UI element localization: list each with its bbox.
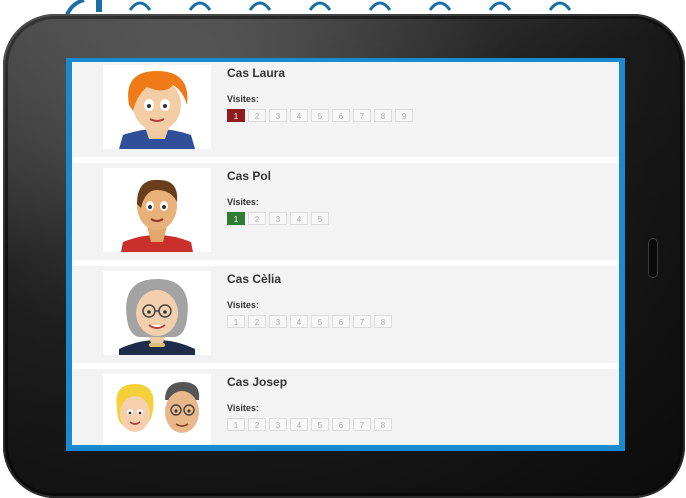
- visit-button[interactable]: 6: [332, 418, 350, 431]
- visit-button[interactable]: 4: [290, 109, 308, 122]
- visit-selector: 1 2 3 4 5 6 7 8: [227, 315, 395, 328]
- visit-button[interactable]: 3: [269, 418, 287, 431]
- visit-button[interactable]: 6: [332, 109, 350, 122]
- visit-button[interactable]: 5: [311, 315, 329, 328]
- visit-selector: 1 2 3 4 5 6 7 8 9: [227, 109, 416, 122]
- case-title: Cas Laura: [227, 66, 286, 80]
- visit-button[interactable]: 2: [248, 315, 266, 328]
- cartoon-young-man-avatar-icon: [103, 168, 211, 252]
- visit-button[interactable]: 3: [269, 212, 287, 225]
- visit-button[interactable]: 8: [374, 315, 392, 328]
- visit-button[interactable]: 5: [311, 212, 329, 225]
- visit-button[interactable]: 5: [311, 109, 329, 122]
- visit-button[interactable]: 7: [353, 315, 371, 328]
- tablet-home-button: [648, 238, 658, 278]
- case-title: Cas Pol: [227, 169, 272, 183]
- visit-button[interactable]: 9: [395, 109, 413, 122]
- visit-button[interactable]: 2: [248, 418, 266, 431]
- visit-button[interactable]: 2: [248, 109, 266, 122]
- case-title: Cas Josep: [227, 375, 288, 389]
- cartoon-elderly-couple-avatar-icon: [103, 374, 211, 445]
- visit-button[interactable]: 1: [227, 418, 245, 431]
- visit-button[interactable]: 5: [311, 418, 329, 431]
- visit-button[interactable]: 1: [227, 315, 245, 328]
- cartoon-woman-orange-hair-avatar-icon: [103, 65, 211, 149]
- visits-label: Visites:: [227, 300, 259, 310]
- visits-label: Visites:: [227, 403, 259, 413]
- visit-button[interactable]: 3: [269, 109, 287, 122]
- visit-selector: 1 2 3 4 5 6 7 8: [227, 418, 395, 431]
- visit-selector: 1 2 3 4 5: [227, 212, 332, 225]
- case-card-laura[interactable]: Cas Laura Visites: 1 2 3 4 5 6 7 8 9: [72, 62, 619, 157]
- visit-button[interactable]: 8: [374, 418, 392, 431]
- visit-button[interactable]: 7: [353, 418, 371, 431]
- visits-label: Visites:: [227, 94, 259, 104]
- visit-button[interactable]: 1: [227, 212, 245, 225]
- visit-button[interactable]: 3: [269, 315, 287, 328]
- visits-label: Visites:: [227, 197, 259, 207]
- visit-button[interactable]: 4: [290, 212, 308, 225]
- case-card-josep[interactable]: Cas Josep Visites: 1 2 3 4 5 6 7 8: [72, 369, 619, 445]
- case-list: Cas Laura Visites: 1 2 3 4 5 6 7 8 9 Cas…: [72, 62, 619, 445]
- case-card-celia[interactable]: Cas Cèlia Visites: 1 2 3 4 5 6 7 8: [72, 266, 619, 363]
- visit-button[interactable]: 4: [290, 315, 308, 328]
- visit-button[interactable]: 8: [374, 109, 392, 122]
- visit-button[interactable]: 1: [227, 109, 245, 122]
- visit-button[interactable]: 2: [248, 212, 266, 225]
- cartoon-elderly-woman-avatar-icon: [103, 271, 211, 355]
- case-card-pol[interactable]: Cas Pol Visites: 1 2 3 4 5: [72, 163, 619, 260]
- visit-button[interactable]: 7: [353, 109, 371, 122]
- visit-button[interactable]: 4: [290, 418, 308, 431]
- case-title: Cas Cèlia: [227, 272, 282, 286]
- visit-button[interactable]: 6: [332, 315, 350, 328]
